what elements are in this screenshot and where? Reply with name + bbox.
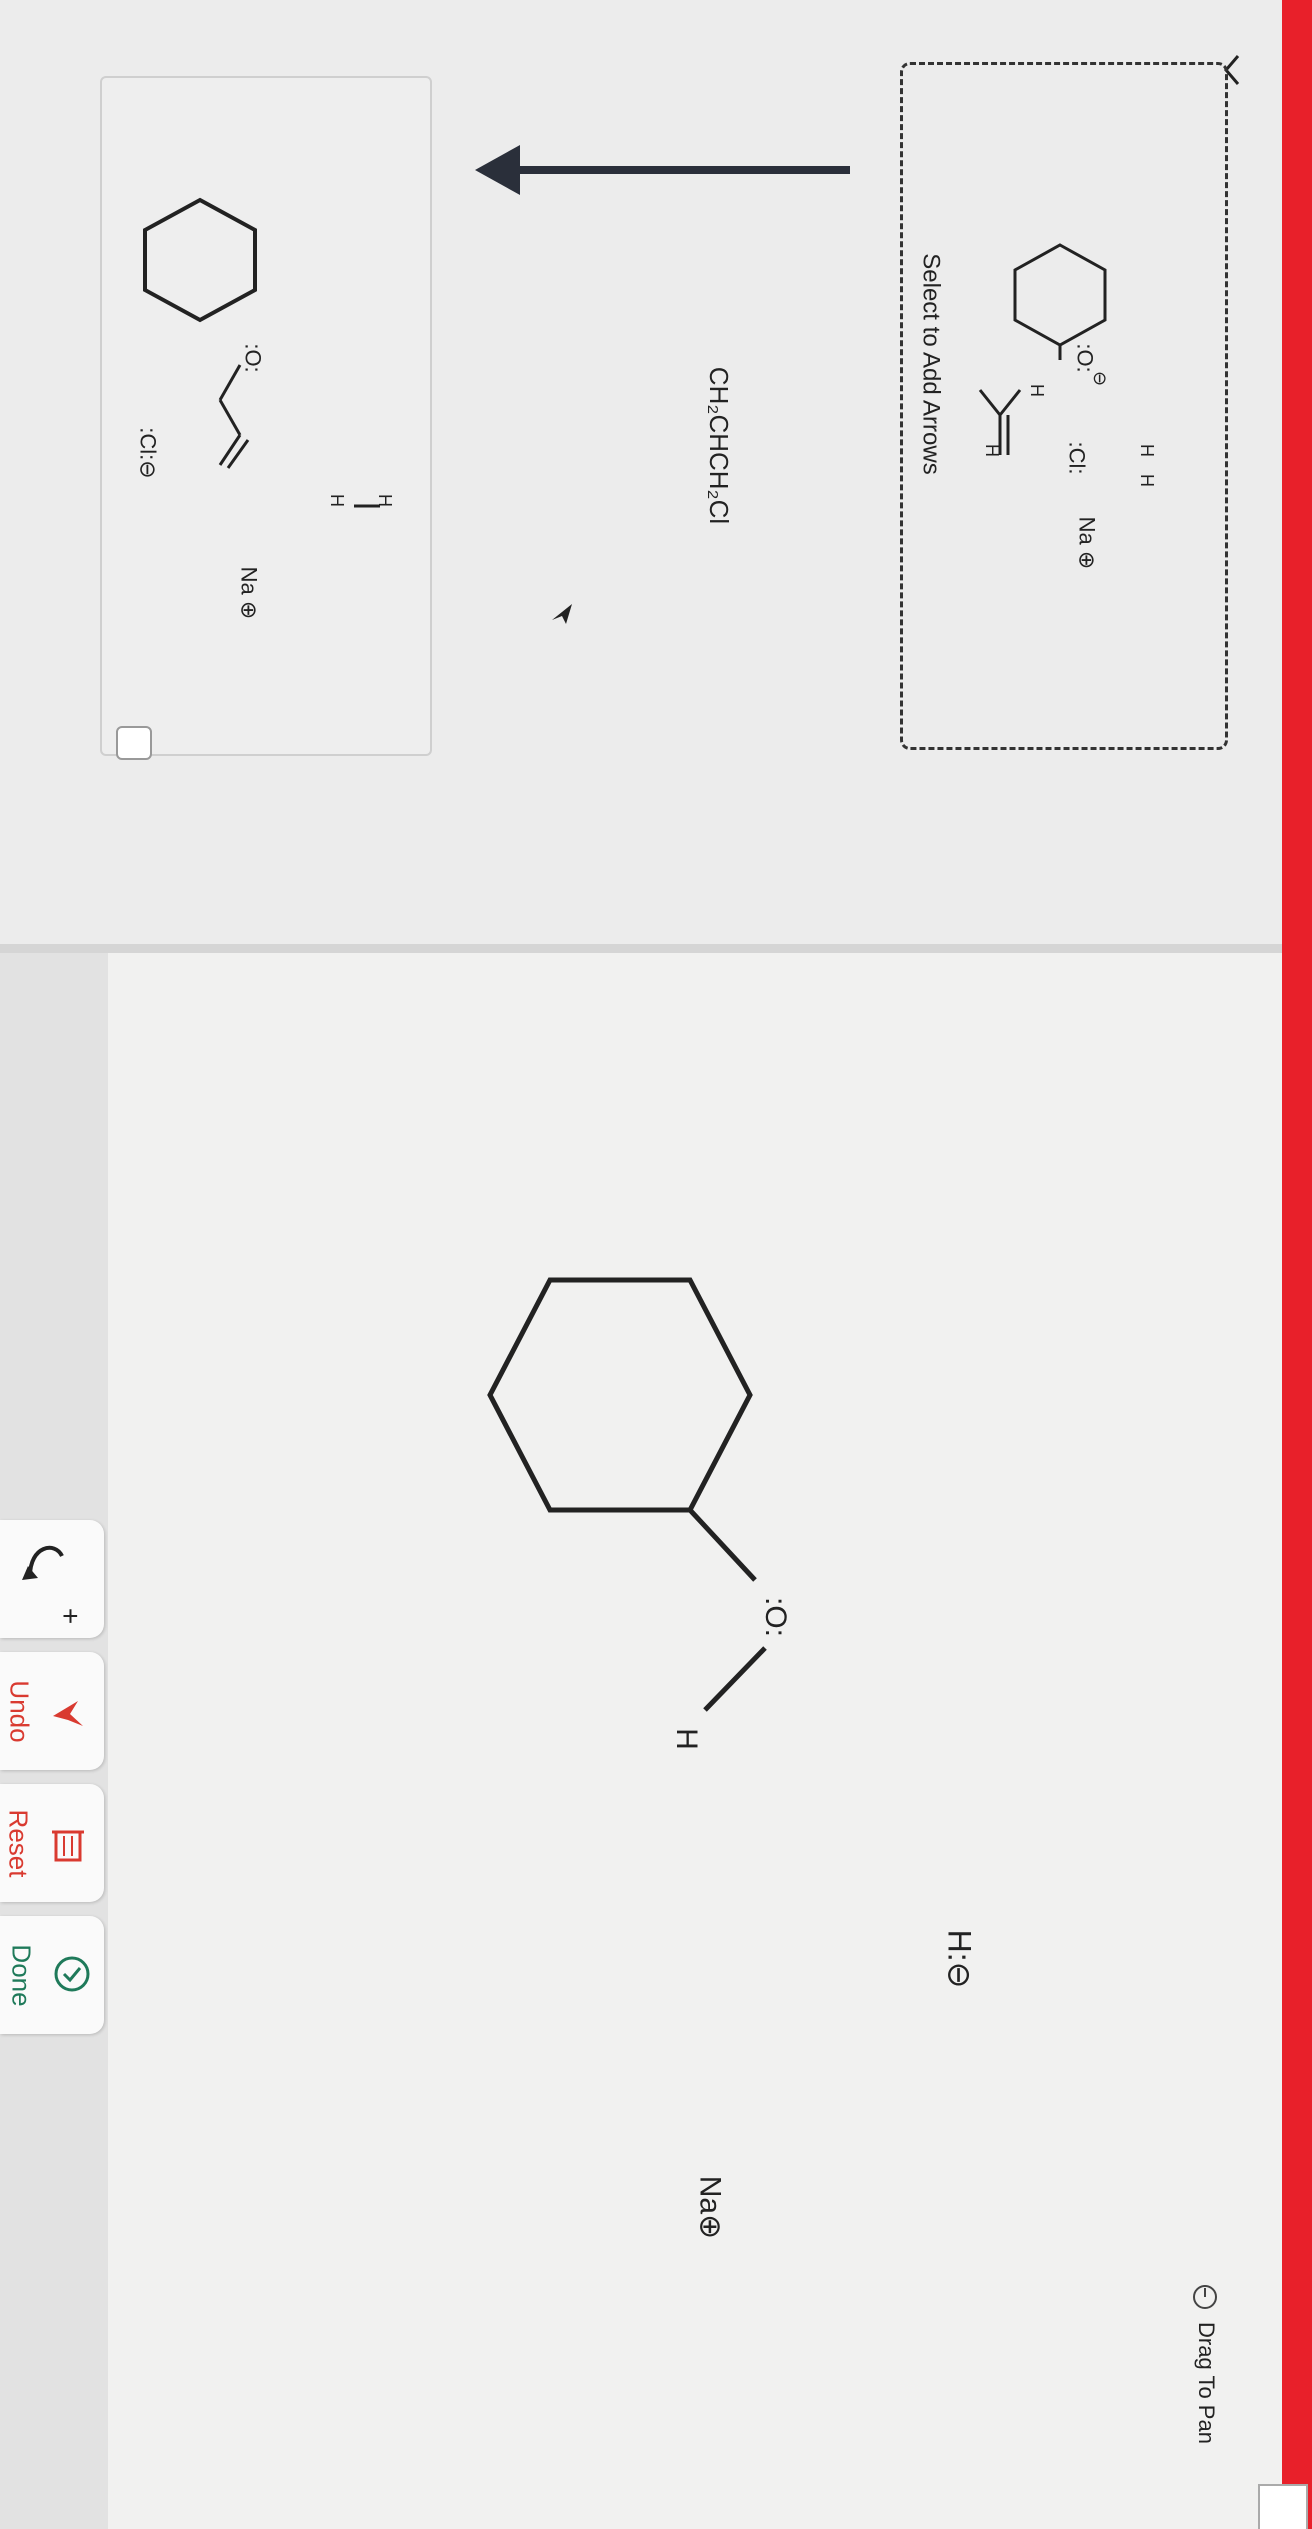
reactant-sodium: Na ⊕ <box>1074 516 1100 570</box>
product-h-bond <box>354 504 380 508</box>
sodium-ion: Na⊕ <box>693 2175 727 2240</box>
reagent-formula: CH₂CHCH₂Cl <box>704 366 735 525</box>
undo-icon <box>53 1701 83 1726</box>
cursor-icon <box>552 604 572 624</box>
pan-handle[interactable] <box>1258 2484 1308 2529</box>
hand-icon <box>1193 2285 1217 2309</box>
add-arrow-plus: + <box>55 1607 87 1625</box>
hydride-h-top: H <box>1137 444 1157 457</box>
reactant-cl-label: :Cl: <box>1064 441 1090 475</box>
panel-divider[interactable] <box>0 944 1300 953</box>
drawing-workspace[interactable] <box>108 953 1300 2529</box>
reactant-cyclohexane <box>1013 243 1107 360</box>
zoom-icon[interactable] <box>116 726 152 760</box>
reset-label: Reset <box>3 1809 34 1878</box>
reaction-arrow-icon <box>475 145 850 195</box>
product-chloride: :Cl:⊖ <box>135 427 161 479</box>
done-button[interactable]: Done <box>0 1916 104 2034</box>
reset-button[interactable]: Reset <box>0 1784 104 1902</box>
cyclohexanol-co-bond <box>688 1508 757 1582</box>
undo-button[interactable]: Undo <box>0 1652 104 1770</box>
hydride-ion: H:⊖ <box>941 1929 978 1989</box>
product-h-bottom: H <box>327 494 347 507</box>
product-cyclohexane <box>143 197 257 323</box>
drag-to-pan-label: Drag To Pan <box>1193 2322 1219 2444</box>
window-edge <box>1282 0 1312 2529</box>
alcohol-o-label: :O: <box>759 1596 793 1638</box>
select-arrows-label: Select to Add Arrows <box>917 253 945 475</box>
product-sodium: Na ⊕ <box>236 566 262 620</box>
undo-label: Undo <box>4 1680 35 1743</box>
check-icon <box>54 1956 90 1992</box>
product-allyl-chain <box>218 364 250 469</box>
hydride-h-bottom: H <box>1137 474 1157 487</box>
alcohol-oh-bond <box>703 1646 767 1712</box>
reactant-o-label: :O: <box>1072 343 1098 373</box>
done-label: Done <box>6 1944 37 2007</box>
reactant-neg-charge: ⊖ <box>1090 370 1111 387</box>
select-arrows-box[interactable] <box>900 62 1228 750</box>
curved-arrow-icon <box>22 1545 64 1580</box>
cyclohexanol-ring <box>487 1277 753 1513</box>
alcohol-h-label: H <box>669 1728 703 1750</box>
add-arrow-button[interactable]: + <box>0 1520 104 1638</box>
reactant-h2: H <box>982 444 1002 457</box>
trash-icon <box>52 1830 84 1862</box>
